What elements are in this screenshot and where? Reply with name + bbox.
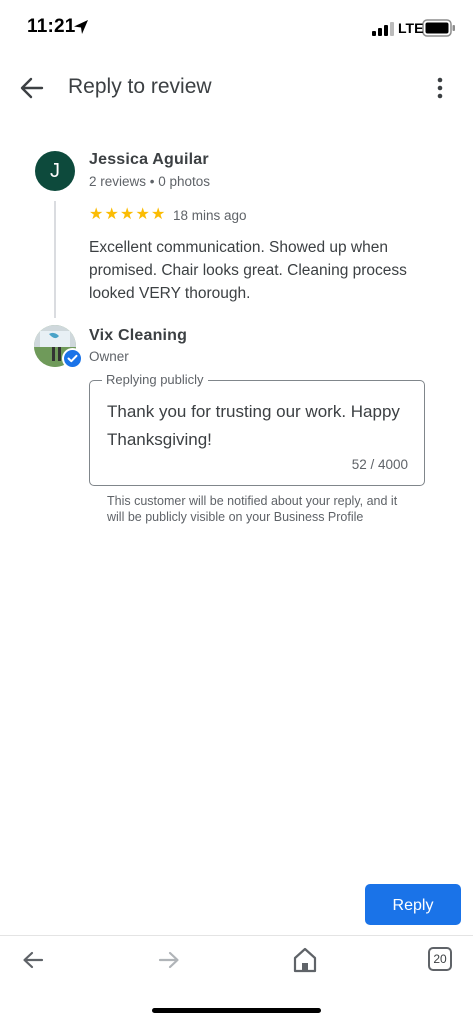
owner-role: Owner: [89, 349, 129, 364]
reply-button[interactable]: Reply: [365, 884, 461, 925]
thread-line: [54, 201, 56, 318]
more-options-icon[interactable]: [430, 76, 450, 100]
page-title: Reply to review: [68, 75, 212, 98]
browser-back-icon[interactable]: [20, 947, 46, 973]
reviewer-meta: 2 reviews • 0 photos: [89, 174, 211, 189]
browser-forward-icon[interactable]: [156, 947, 182, 973]
reviewer-name: Jessica Aguilar: [89, 151, 209, 168]
status-time: 11:21: [27, 16, 76, 37]
character-count: 52 / 4000: [351, 457, 408, 472]
star-icon: ★: [135, 206, 150, 223]
back-arrow-icon[interactable]: [18, 74, 46, 102]
reviewer-avatar: J: [35, 151, 75, 191]
reply-notice: This customer will be notified about you…: [107, 494, 398, 524]
verified-badge-icon: [62, 348, 83, 369]
tab-switcher-button[interactable]: 20: [428, 947, 452, 971]
star-rating: ★★★★★: [89, 206, 167, 224]
owner-name: Vix Cleaning: [89, 327, 188, 344]
reply-field-label: Replying publicly: [102, 372, 208, 387]
review-time: 18 mins ago: [173, 208, 247, 223]
star-icon: ★: [151, 206, 166, 223]
star-icon: ★: [104, 206, 119, 223]
network-type: LTE: [398, 20, 424, 36]
home-indicator[interactable]: [152, 1008, 321, 1013]
cellular-signal-icon: [372, 22, 394, 36]
home-icon[interactable]: [292, 946, 318, 974]
battery-icon: [422, 19, 455, 37]
review-text: Excellent communication. Showed up when …: [89, 239, 407, 302]
location-arrow-icon: [74, 20, 88, 34]
star-icon: ★: [89, 206, 104, 223]
star-icon: ★: [120, 206, 135, 223]
reply-input-text[interactable]: Thank you for trusting our work. Happy T…: [107, 398, 407, 454]
